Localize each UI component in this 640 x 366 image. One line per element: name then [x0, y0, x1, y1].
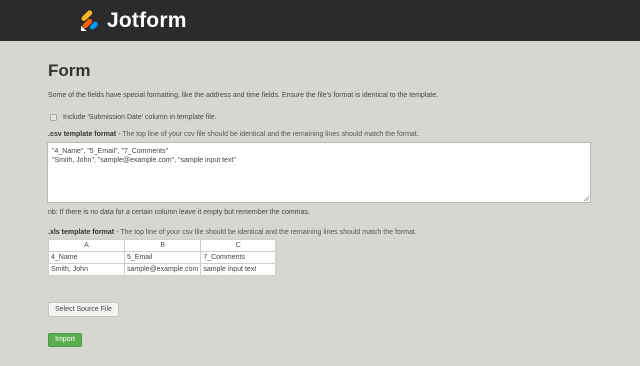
xls-section-title: .xls template format: [48, 229, 115, 236]
xls-section-label: .xls template format - The top line of y…: [48, 229, 417, 236]
column-header: B: [123, 239, 202, 252]
table-cell: sample@example.com: [123, 263, 202, 276]
csv-template-line: "4_Name", "5_Email", "7_Comments": [52, 148, 169, 155]
csv-template-textarea[interactable]: "4_Name", "5_Email", "7_Comments" "Smith…: [47, 142, 591, 203]
xls-template-table: A B C 4_Name 5_Email 7_Comments Smith, J…: [48, 239, 277, 276]
table-row: 4_Name 5_Email 7_Comments: [48, 251, 277, 264]
submission-date-option[interactable]: Include 'Submission Date' column in temp…: [50, 114, 217, 121]
csv-section-label: .csv template format - The top line of y…: [48, 131, 419, 138]
submission-date-checkbox[interactable]: [50, 114, 57, 121]
import-button[interactable]: Import: [48, 333, 82, 347]
table-cell: 4_Name: [48, 251, 125, 264]
csv-template-line: "Smith, John", "sample@example.com", "sa…: [52, 157, 236, 164]
intro-text: Some of the fields have special formatti…: [48, 92, 439, 99]
jotform-logo-icon: [81, 10, 98, 31]
top-header: Jotform: [0, 0, 640, 41]
resize-grip-icon[interactable]: [583, 195, 589, 201]
page-title: Form: [48, 61, 91, 80]
table-cell: 7_Comments: [200, 251, 277, 264]
select-source-file-button[interactable]: Select Source File: [48, 302, 119, 317]
submission-date-label: Include 'Submission Date' column in temp…: [63, 114, 217, 121]
csv-section-description: - The top line of your csv file should b…: [116, 131, 419, 138]
table-cell: 5_Email: [123, 251, 202, 264]
brand-logo[interactable]: Jotform: [79, 9, 187, 33]
table-header-row: A B C: [48, 239, 277, 252]
xls-section-description: - The top line of your csv file should b…: [114, 229, 417, 236]
table-cell: Smith, John: [48, 263, 125, 276]
csv-section-title: .csv template format: [48, 131, 117, 138]
table-row: Smith, John sample@example.com sample in…: [48, 263, 277, 276]
table-cell: sample input text: [200, 263, 277, 276]
brand-name: Jotform: [107, 9, 187, 32]
nb-note: nb: If there is no data for a certain co…: [48, 209, 310, 216]
column-header: C: [200, 239, 277, 252]
column-header: A: [48, 239, 125, 252]
